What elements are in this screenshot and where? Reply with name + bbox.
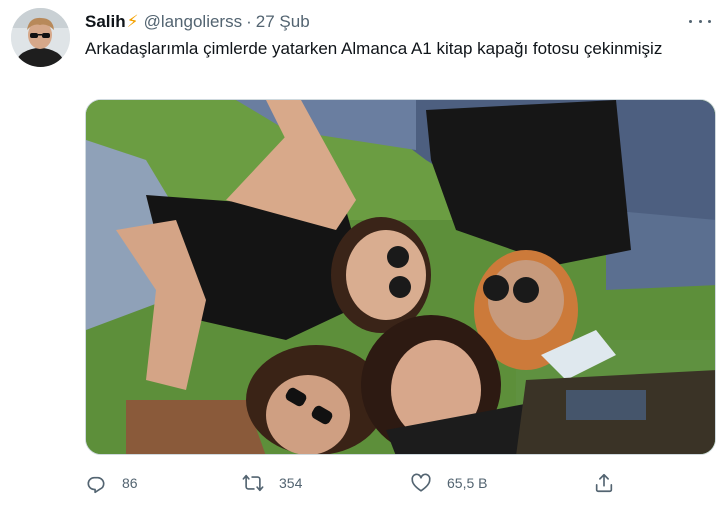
avatar-photo xyxy=(11,8,70,67)
tweet-media-photo[interactable] xyxy=(85,99,716,455)
retweet-button[interactable]: 354 xyxy=(242,470,302,496)
bolt-emoji: ⚡ xyxy=(126,12,139,31)
separator-dot: · xyxy=(246,12,252,31)
tweet-header: Salih ⚡ @langolierss · 27 Şub xyxy=(85,11,310,33)
more-horizontal-icon xyxy=(689,19,692,23)
retweet-count: 354 xyxy=(279,475,303,491)
like-count: 65,5 B xyxy=(447,475,488,491)
display-name[interactable]: Salih xyxy=(85,12,126,32)
group-photo xyxy=(86,100,715,454)
tweet-date[interactable]: 27 Şub xyxy=(256,12,310,32)
share-icon xyxy=(595,473,613,493)
tweet[interactable]: Salih ⚡ @langolierss · 27 Şub Arkadaşlar… xyxy=(0,0,725,507)
retweet-icon xyxy=(242,474,264,492)
share-button[interactable] xyxy=(593,470,615,496)
like-icon xyxy=(411,473,431,492)
tweet-actions: 86 354 65,5 B xyxy=(85,470,715,496)
reply-count: 86 xyxy=(122,475,138,491)
user-handle[interactable]: @langolierss xyxy=(144,12,243,32)
more-options-button[interactable] xyxy=(689,13,711,29)
tweet-text: Arkadaşlarımla çimlerde yatarken Almanca… xyxy=(85,39,663,58)
avatar[interactable] xyxy=(11,8,70,67)
reply-icon xyxy=(87,476,105,494)
reply-button[interactable]: 86 xyxy=(85,470,138,496)
like-button[interactable]: 65,5 B xyxy=(410,470,487,496)
